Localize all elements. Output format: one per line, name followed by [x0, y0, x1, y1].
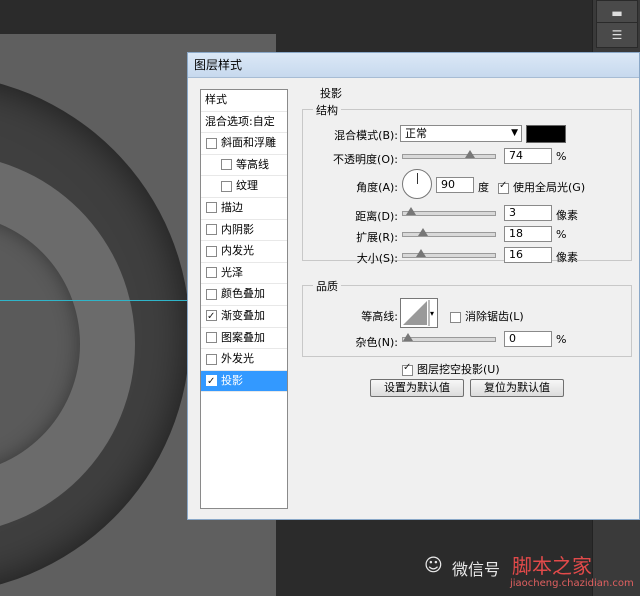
- noise-slider[interactable]: [402, 333, 496, 342]
- style-item-checkbox[interactable]: [206, 307, 217, 327]
- opacity-label: 不透明度(O):: [333, 153, 398, 166]
- style-item[interactable]: 渐变叠加: [201, 306, 287, 328]
- style-item[interactable]: 投影: [201, 370, 287, 393]
- style-item[interactable]: 等高线: [201, 155, 287, 177]
- style-item[interactable]: 内阴影: [201, 220, 287, 242]
- distance-slider[interactable]: [402, 207, 496, 216]
- noise-input[interactable]: 0: [504, 331, 552, 347]
- distance-label: 距离(D):: [355, 210, 398, 223]
- size-slider-thumb[interactable]: [416, 249, 427, 257]
- watermark-wechat-icon: ☺: [424, 555, 443, 576]
- style-item-label: 纹理: [236, 179, 258, 193]
- style-item-checkbox[interactable]: [221, 180, 232, 192]
- global-light-option[interactable]: 使用全局光(G): [498, 179, 585, 195]
- style-item-label: 斜面和浮雕: [221, 136, 276, 150]
- blend-mode-select[interactable]: 正常 ▼: [400, 125, 522, 142]
- spread-slider[interactable]: [402, 228, 496, 237]
- style-item-checkbox[interactable]: [221, 159, 232, 171]
- style-item-label: 颜色叠加: [221, 287, 265, 301]
- style-list-header[interactable]: 样式: [201, 90, 287, 112]
- blend-mode-label: 混合模式(B):: [334, 129, 398, 142]
- distance-input[interactable]: 3: [504, 205, 552, 221]
- size-input[interactable]: 16: [504, 247, 552, 263]
- style-item-checkbox[interactable]: [206, 245, 217, 257]
- reset-default-button[interactable]: 复位为默认值: [470, 379, 564, 397]
- antialias-option[interactable]: 消除锯齿(L): [450, 308, 524, 324]
- blend-options-item[interactable]: 混合选项:自定: [201, 112, 287, 134]
- blend-mode-value: 正常: [405, 127, 427, 140]
- noise-label: 杂色(N):: [355, 336, 398, 349]
- style-item[interactable]: 外发光: [201, 349, 287, 371]
- spread-slider-thumb[interactable]: [418, 228, 429, 236]
- set-default-button[interactable]: 设置为默认值: [370, 379, 464, 397]
- angle-label: 角度(A):: [356, 181, 398, 194]
- style-item-label: 投影: [221, 373, 243, 387]
- opacity-input[interactable]: 74: [504, 148, 552, 164]
- dialog-title: 图层样式: [188, 53, 639, 78]
- spread-unit: %: [556, 228, 567, 241]
- watermark-url: jiaocheng.chazidian.com: [510, 578, 634, 589]
- shadow-color-swatch[interactable]: [526, 125, 566, 143]
- style-item-checkbox[interactable]: [206, 202, 217, 214]
- opacity-unit: %: [556, 150, 567, 163]
- noise-slider-thumb[interactable]: [403, 333, 413, 341]
- opacity-slider-thumb[interactable]: [465, 150, 476, 158]
- watermark-site: 脚本之家: [512, 554, 592, 578]
- distance-slider-thumb[interactable]: [405, 207, 416, 215]
- style-item-checkbox[interactable]: [206, 224, 217, 236]
- style-item[interactable]: 颜色叠加: [201, 284, 287, 306]
- global-light-label: 使用全局光(G): [513, 181, 586, 194]
- style-item[interactable]: 内发光: [201, 241, 287, 263]
- contour-curve-icon: ▾: [403, 300, 434, 326]
- contour-picker[interactable]: ▾: [400, 298, 438, 328]
- spread-input[interactable]: 18: [504, 226, 552, 242]
- style-item-label: 图案叠加: [221, 330, 265, 344]
- structure-title: 结构: [313, 102, 341, 118]
- antialias-label: 消除锯齿(L): [465, 310, 524, 323]
- distance-unit: 像素: [556, 209, 578, 222]
- spread-label: 扩展(R):: [356, 231, 398, 244]
- antialias-checkbox[interactable]: [450, 311, 461, 323]
- style-item-checkbox[interactable]: [206, 137, 217, 149]
- style-item-label: 内阴影: [221, 222, 254, 236]
- style-item-label: 等高线: [236, 157, 269, 171]
- angle-unit: 度: [478, 181, 489, 194]
- knockout-option[interactable]: 图层挖空投影(U): [402, 361, 500, 377]
- style-item[interactable]: 图案叠加: [201, 328, 287, 350]
- angle-input[interactable]: 90: [436, 177, 474, 193]
- noise-unit: %: [556, 333, 567, 346]
- style-list: 样式 混合选项:自定 斜面和浮雕等高线纹理描边内阴影内发光光泽颜色叠加渐变叠加图…: [200, 89, 288, 509]
- style-item[interactable]: 描边: [201, 198, 287, 220]
- global-light-checkbox[interactable]: [498, 180, 509, 194]
- style-item-checkbox[interactable]: [206, 267, 217, 279]
- knockout-label: 图层挖空投影(U): [417, 363, 500, 376]
- angle-dial[interactable]: [402, 169, 432, 199]
- chevron-down-icon: ▼: [511, 128, 518, 138]
- svg-text:▾: ▾: [430, 309, 434, 318]
- section-title-shadow: 投影: [320, 87, 342, 100]
- style-item-label: 渐变叠加: [221, 308, 265, 322]
- style-item-label: 内发光: [221, 244, 254, 258]
- style-item[interactable]: 纹理: [201, 176, 287, 198]
- style-item[interactable]: 光泽: [201, 263, 287, 285]
- size-slider[interactable]: [402, 249, 496, 258]
- style-item-label: 光泽: [221, 265, 243, 279]
- size-unit: 像素: [556, 251, 578, 264]
- style-item-label: 描边: [221, 200, 243, 214]
- watermark-wechat: 微信号: [452, 560, 501, 579]
- style-item-checkbox[interactable]: [206, 332, 217, 344]
- layer-style-dialog: 图层样式 样式 混合选项:自定 斜面和浮雕等高线纹理描边内阴影内发光光泽颜色叠加…: [187, 52, 640, 520]
- contour-label: 等高线:: [361, 310, 398, 323]
- style-item-checkbox[interactable]: [206, 372, 217, 392]
- style-item-checkbox[interactable]: [206, 288, 217, 300]
- style-item[interactable]: 斜面和浮雕: [201, 133, 287, 155]
- opacity-slider[interactable]: [402, 150, 496, 159]
- quality-title: 品质: [313, 278, 341, 294]
- size-label: 大小(S):: [356, 252, 398, 265]
- style-item-checkbox[interactable]: [206, 353, 217, 365]
- panel-list-icon[interactable]: ☰: [596, 22, 638, 48]
- style-item-label: 外发光: [221, 352, 254, 366]
- knockout-checkbox[interactable]: [402, 362, 413, 376]
